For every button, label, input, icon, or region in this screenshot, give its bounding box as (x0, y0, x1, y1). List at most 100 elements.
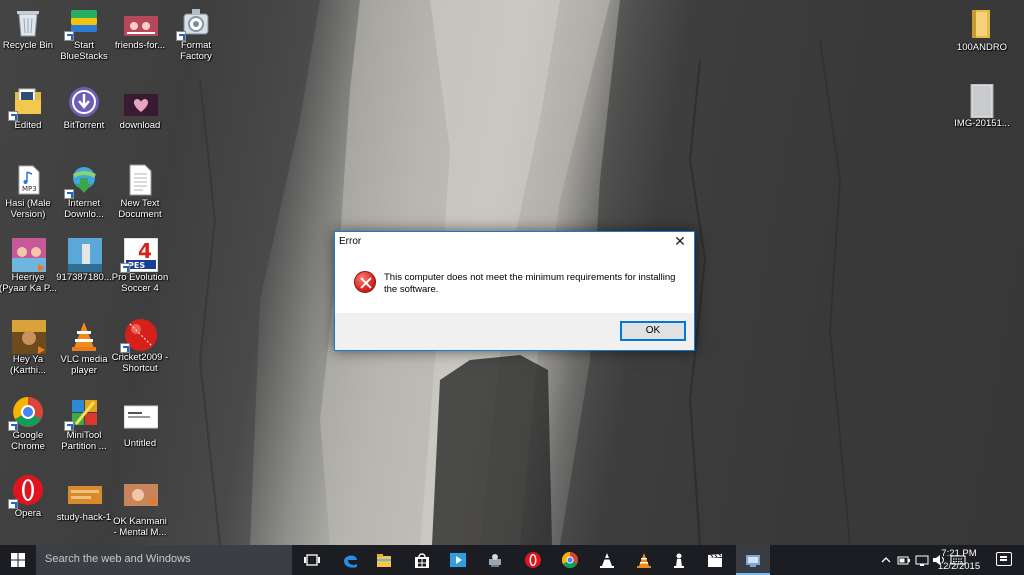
image-thumbnail-icon (68, 238, 102, 272)
desktop-icon-label: Internet Downlo... (64, 198, 104, 220)
desktop-icon-label: New Text Document (118, 198, 162, 220)
desktop-icon-label: Pro Evolution Soccer 4 (111, 272, 169, 294)
image-thumbnail-icon (966, 83, 998, 119)
desktop-icon-minitool[interactable]: MiniTool Partition ... (54, 396, 114, 452)
dialog-message: This computer does not meet the minimum … (384, 272, 676, 295)
desktop-icon-label: Start BlueStacks (60, 40, 108, 62)
edge-icon (344, 555, 357, 568)
desktop-icon-100andro[interactable]: 100ANDRO (952, 8, 1012, 53)
taskbar-vlc-1[interactable] (590, 545, 624, 575)
image-thumbnail-icon (123, 404, 159, 436)
desktop-icon-idm[interactable]: Internet Downlo... (54, 164, 114, 220)
mp3-file-icon: MP3 (12, 164, 44, 196)
taskbar-file-explorer[interactable] (367, 545, 401, 575)
search-placeholder: Search the web and Windows (45, 553, 191, 565)
desktop-icon-bittorrent[interactable]: BitTorrent (54, 86, 114, 131)
desktop-icon-label: Hasi (Male Version) (5, 198, 51, 220)
taskbar-movie-maker[interactable] (698, 545, 732, 575)
desktop-icon-label: 100ANDRO (956, 42, 1008, 53)
desktop-icon-pes4[interactable]: 4 PES Pro Evolution Soccer 4 (110, 237, 170, 294)
task-view-icon (304, 554, 320, 566)
desktop-icon-bluestacks[interactable]: Start BlueStacks (54, 6, 114, 62)
desktop-icon-label: VLC media player (60, 354, 108, 376)
desktop-icon-new-text-document[interactable]: New Text Document (110, 164, 170, 220)
image-thumbnail-icon (124, 86, 158, 118)
svg-text:PES: PES (128, 261, 145, 270)
desktop-icon-hey-ya[interactable]: Hey Ya (Karthi... (0, 320, 58, 376)
desktop-icon-cricket2009[interactable]: Cricket2009 - Shortcut (110, 318, 170, 374)
chrome-icon (8, 396, 44, 431)
desktop-icon-label: Hey Ya (Karthi... (10, 354, 46, 376)
desktop-icon-ok-kanmani[interactable]: OK Kanmani - Mental M... (110, 482, 170, 538)
image-thumbnail-icon (68, 478, 102, 510)
desktop-icon-label: Edited (14, 120, 42, 131)
desktop-icon-vlc[interactable]: VLC media player (54, 320, 114, 376)
desktop-icon-label: Heeriye (Pyaar Ka P... (0, 272, 57, 294)
desktop-icon-download[interactable]: download (110, 86, 170, 131)
desktop-icon-heeriye[interactable]: Heeriye (Pyaar Ka P... (0, 238, 58, 294)
taskbar-media-player[interactable] (441, 545, 475, 575)
network-button[interactable] (915, 553, 929, 567)
desktop-icon-label: IMG-20151... (954, 118, 1010, 129)
opera-icon (8, 474, 44, 509)
desktop-icon-recycle-bin[interactable]: Recycle Bin (0, 6, 58, 51)
action-center-icon[interactable] (996, 552, 1012, 566)
bittorrent-icon (68, 86, 100, 118)
battery-button[interactable] (897, 553, 911, 567)
network-icon (489, 554, 501, 567)
clock[interactable]: 7:21 PM 12/2/2015 (934, 547, 984, 573)
pes4-icon: 4 PES (120, 237, 159, 273)
desktop-icon-img-2015[interactable]: IMG-20151... (952, 83, 1012, 129)
folder-icon (966, 8, 998, 40)
image-thumbnail-icon (124, 6, 158, 38)
taskbar-vlc-2[interactable] (627, 545, 661, 575)
taskbar-store[interactable] (405, 545, 439, 575)
desktop-icon-edited[interactable]: Edited (0, 86, 58, 131)
taskbar-opera[interactable] (516, 545, 550, 575)
opera-icon (525, 552, 541, 568)
taskbar-edge[interactable] (333, 545, 367, 575)
internet-download-manager-icon (64, 164, 100, 199)
desktop-icon-friends[interactable]: friends-for... (110, 6, 170, 51)
chess-icon (674, 553, 684, 568)
chevron-up-icon (881, 557, 891, 563)
desktop-icon-format-factory[interactable]: Format Factory (166, 6, 226, 62)
desktop-icon-label: MiniTool Partition ... (61, 430, 107, 452)
taskbar-chess[interactable] (662, 545, 696, 575)
clock-time: 7:21 PM (941, 548, 977, 559)
desktop-icon-917387180[interactable]: 917387180... (54, 238, 114, 283)
close-button[interactable]: ✕ (666, 232, 694, 252)
desktop-icon-label: Format Factory (180, 40, 212, 62)
desktop-icon-untitled[interactable]: Untitled (110, 404, 170, 449)
folder-icon (8, 86, 44, 121)
video-thumbnail-icon (12, 238, 46, 272)
taskbar-network-app[interactable] (478, 545, 512, 575)
desktop-icon-chrome[interactable]: Google Chrome (0, 396, 58, 452)
task-view-button[interactable] (295, 545, 329, 575)
battery-icon (897, 556, 910, 565)
file-explorer-icon (377, 554, 391, 567)
bluestacks-icon (64, 6, 100, 41)
ok-button[interactable]: OK (620, 321, 686, 341)
desktop-icon-hasi[interactable]: MP3 Hasi (Male Version) (0, 164, 58, 220)
start-button[interactable] (0, 545, 36, 575)
error-icon (354, 271, 376, 293)
desktop-icon-opera[interactable]: Opera (0, 474, 58, 519)
error-dialog: Error ✕ This computer does not meet the … (334, 231, 695, 351)
text-document-icon (124, 164, 156, 196)
desktop-icon-label: OK Kanmani - Mental M... (113, 516, 167, 538)
video-thumbnail-icon (124, 482, 158, 514)
shortcut-arrow-icon (176, 31, 186, 41)
recycle-bin-icon (12, 6, 44, 38)
search-box[interactable]: Search the web and Windows (36, 545, 292, 575)
taskbar-chrome[interactable] (553, 545, 587, 575)
cricket-ball-icon (120, 318, 157, 353)
vlc-icon (637, 553, 651, 568)
shortcut-arrow-icon (64, 421, 74, 431)
taskbar-bluestacks[interactable] (736, 545, 770, 575)
shortcut-arrow-icon (8, 499, 18, 509)
show-hidden-icons-button[interactable] (880, 553, 892, 567)
windows-logo-icon (11, 553, 25, 567)
desktop-icon-study-hack[interactable]: study-hack-1 (54, 478, 114, 523)
media-player-icon (450, 553, 466, 567)
